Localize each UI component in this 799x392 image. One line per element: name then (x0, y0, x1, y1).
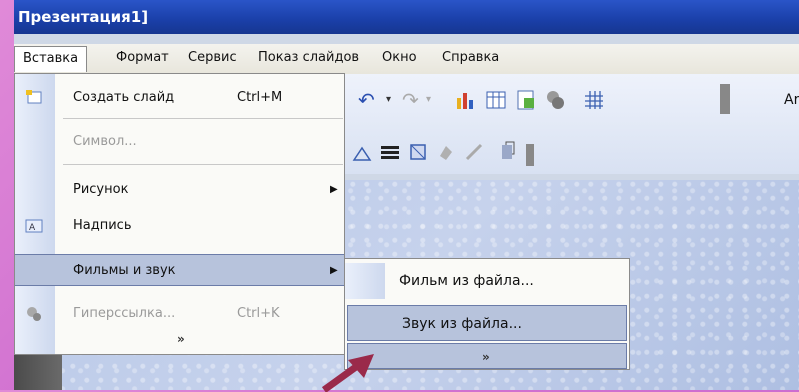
menu-item-movie-from-file[interactable]: Фильм из файла... (345, 263, 629, 299)
menu-slideshow[interactable]: Показ слайдов (258, 50, 359, 65)
new-slide-icon (26, 90, 42, 104)
hyperlink-icon (27, 307, 41, 321)
insert-menu: Создать слайд Ctrl+M Символ... Рисунок ▶… (14, 73, 345, 355)
menu-insert[interactable]: Вставка (14, 46, 88, 72)
text-box-icon: A (25, 219, 43, 233)
line-color-icon[interactable] (462, 140, 486, 164)
expand-menu-icon[interactable]: » (177, 332, 185, 346)
align-icon[interactable] (350, 140, 374, 164)
fill-color-icon[interactable] (434, 140, 458, 164)
menu-separator (63, 164, 343, 165)
menu-item-text-box[interactable]: A Надпись (15, 210, 344, 242)
insert-picture-icon[interactable] (514, 88, 538, 112)
menu-item-movies-and-sound[interactable]: Фильмы и звук ▶ (15, 254, 344, 286)
menu-tools[interactable]: Сервис (188, 50, 237, 65)
application-window: Презентация1] Вставка Формат Сервис Пока… (14, 0, 799, 390)
font-name-box[interactable]: Ar (784, 88, 799, 112)
menu-format[interactable]: Формат (116, 50, 169, 65)
show-grid-icon[interactable] (582, 88, 606, 112)
submenu-expand-row[interactable]: » (347, 343, 627, 369)
menu-item-sound-from-file[interactable]: Звук из файла... (347, 305, 627, 341)
color-grayscale-icon[interactable] (544, 88, 568, 112)
line-style-icon[interactable] (378, 140, 402, 164)
redo-icon[interactable]: ↷ (402, 88, 419, 112)
submenu-arrow-icon: ▶ (330, 184, 338, 195)
undo-icon[interactable]: ↶ (358, 88, 375, 112)
menu-separator (63, 118, 343, 119)
menu-window[interactable]: Окно (382, 50, 417, 65)
expand-menu-icon: » (482, 350, 490, 364)
insert-chart-icon[interactable] (454, 88, 478, 112)
toolbar-grip-icon-2[interactable] (526, 144, 534, 166)
menu-item-new-slide[interactable]: Создать слайд Ctrl+M (15, 82, 344, 114)
redo-dropdown-icon[interactable]: ▾ (426, 88, 431, 112)
movies-and-sound-submenu: Фильм из файла... Звук из файла... » (344, 258, 630, 370)
crop-icon[interactable] (406, 140, 430, 164)
format-icon[interactable] (496, 140, 520, 164)
menu-item-hyperlink[interactable]: Гиперссылка... Ctrl+K (15, 298, 344, 330)
pointer-arrow-icon (321, 354, 374, 392)
undo-dropdown-icon[interactable]: ▾ (386, 88, 391, 112)
menu-bar: Вставка Формат Сервис Показ слайдов Окно… (14, 44, 799, 74)
title-bar: Презентация1] (14, 0, 799, 34)
menu-help[interactable]: Справка (442, 50, 499, 65)
menu-icon-gutter (345, 263, 385, 299)
toolbar-grip-icon[interactable] (720, 84, 730, 114)
svg-text:A: A (29, 223, 36, 233)
menu-item-symbol[interactable]: Символ... (15, 126, 344, 158)
submenu-arrow-icon: ▶ (330, 265, 338, 276)
window-title: Презентация1] (18, 8, 149, 26)
menu-item-picture[interactable]: Рисунок ▶ (15, 174, 344, 206)
insert-table-icon[interactable] (484, 88, 508, 112)
